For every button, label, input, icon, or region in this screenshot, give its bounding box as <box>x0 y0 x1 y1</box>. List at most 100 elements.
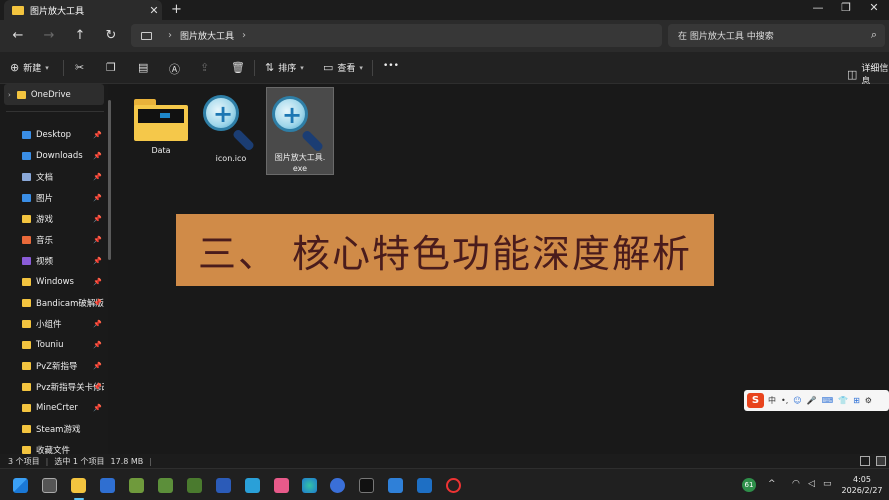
folder-icon <box>22 130 31 139</box>
search-input[interactable]: 在 图片放大工具 中搜索 ⌕ <box>668 24 885 47</box>
settings-icon[interactable]: ⚙ <box>865 396 872 405</box>
search-icon: ⌕ <box>870 28 877 41</box>
pin-icon[interactable]: 📌 <box>93 341 102 349</box>
outlook-icon[interactable] <box>417 478 432 493</box>
sidebar-item[interactable]: PvZ新指导 📌 <box>0 355 104 376</box>
sidebar-scrollbar[interactable] <box>108 100 111 260</box>
more-button[interactable]: ••• <box>383 61 399 71</box>
pin-icon[interactable]: 📌 <box>93 299 102 307</box>
app-icon[interactable] <box>274 478 289 493</box>
microphone-icon[interactable]: 🎤 <box>807 396 817 405</box>
sidebar-item[interactable]: MineCrter 📌 <box>0 397 104 418</box>
game-icon[interactable] <box>129 478 144 493</box>
tab-active[interactable]: 图片放大工具 ✕ <box>4 0 162 20</box>
terminal-icon[interactable] <box>359 478 374 493</box>
pin-icon[interactable]: 📌 <box>93 194 102 202</box>
pin-icon[interactable]: 📌 <box>93 362 102 370</box>
browser-icon[interactable] <box>330 478 345 493</box>
breadcrumb-item[interactable]: 图片放大工具 <box>180 29 234 42</box>
sidebar-item[interactable]: 文档 📌 <box>0 166 104 187</box>
large-icons-view-icon[interactable] <box>876 456 886 466</box>
folder-icon <box>22 319 31 328</box>
toolbox-icon[interactable]: ⊞ <box>853 396 860 405</box>
up-button[interactable]: ↑ <box>71 28 89 43</box>
cut-button[interactable]: ✂ <box>75 61 88 74</box>
rename-button[interactable]: Ⓐ <box>169 61 184 77</box>
photos-icon[interactable] <box>245 478 260 493</box>
details-view-icon[interactable] <box>860 456 870 466</box>
sidebar-item[interactable]: 视频 📌 <box>0 250 104 271</box>
sidebar-item[interactable]: Downloads 📌 <box>0 145 104 166</box>
paste-button[interactable]: ▤ <box>138 61 152 74</box>
ime-toolbar[interactable]: S 中 •, ☺ 🎤 ⌨ 👕 ⊞ ⚙ <box>744 390 889 411</box>
pin-icon[interactable]: 📌 <box>93 257 102 265</box>
minimize-button[interactable]: — <box>803 1 833 14</box>
game-icon[interactable] <box>187 478 202 493</box>
file-explorer-icon[interactable] <box>71 478 86 500</box>
folder-icon <box>22 277 31 286</box>
volume-icon[interactable]: ◁ <box>808 479 815 489</box>
folder-icon <box>22 256 31 265</box>
sidebar-item[interactable]: Steam游戏 <box>0 418 104 439</box>
pin-icon[interactable]: 📌 <box>93 173 102 181</box>
view-button[interactable]: ▭ 查看 ▾ <box>323 61 363 74</box>
file-item-exe[interactable]: + 图片放大工具. exe <box>266 87 334 175</box>
keyboard-icon[interactable]: ⌨ <box>822 396 834 405</box>
magnifier-icon: + <box>270 94 330 153</box>
task-view-icon[interactable] <box>42 478 57 493</box>
sidebar-item[interactable]: Windows 📌 <box>0 271 104 292</box>
sidebar-item[interactable]: 图片 📌 <box>0 187 104 208</box>
pin-icon[interactable]: 📌 <box>93 404 102 412</box>
tray-badge[interactable]: 61 <box>742 478 756 492</box>
ime-logo-icon[interactable]: S <box>747 393 764 408</box>
clock[interactable]: 4:05 2026/2/27 <box>840 474 884 496</box>
maximize-button[interactable]: ❐ <box>831 1 861 14</box>
back-button[interactable]: ← <box>9 28 27 43</box>
emoji-icon[interactable]: ☺ <box>793 396 801 405</box>
folder-icon <box>22 403 31 412</box>
app-bird-icon[interactable] <box>388 478 403 493</box>
file-item-data-folder[interactable]: Data <box>127 87 195 175</box>
refresh-button[interactable]: ↻ <box>102 28 120 43</box>
tab-close-icon[interactable]: ✕ <box>146 4 162 17</box>
address-bar[interactable]: › 图片放大工具 › <box>131 24 662 47</box>
sidebar-item[interactable]: 小组件 📌 <box>0 313 104 334</box>
ime-mode[interactable]: 中 <box>768 395 776 406</box>
sidebar-item-onedrive[interactable]: › OneDrive <box>4 84 104 105</box>
punctuation-icon[interactable]: •, <box>781 396 788 405</box>
forward-button[interactable]: → <box>40 28 58 43</box>
breadcrumb-separator[interactable]: › <box>242 30 246 41</box>
details-pane-icon: ◫ <box>847 67 858 81</box>
pin-icon[interactable]: 📌 <box>93 383 102 391</box>
app-p-icon[interactable] <box>216 478 231 493</box>
pin-icon[interactable]: 📌 <box>93 278 102 286</box>
sidebar-item[interactable]: 音乐 📌 <box>0 229 104 250</box>
share-button[interactable]: ⇪ <box>200 61 213 74</box>
sort-button[interactable]: ⇅ 排序 ▾ <box>265 61 304 74</box>
new-button[interactable]: ⊕ 新建 ▾ <box>10 61 49 74</box>
pin-icon[interactable]: 📌 <box>93 131 102 139</box>
battery-icon[interactable]: ▭ <box>823 479 832 489</box>
wifi-icon[interactable]: ◠ <box>792 479 800 489</box>
game-icon[interactable] <box>158 478 173 493</box>
store-icon[interactable] <box>100 478 115 493</box>
file-item-icon-ico[interactable]: + icon.ico <box>197 87 265 175</box>
pin-icon[interactable]: 📌 <box>93 320 102 328</box>
sidebar-item[interactable]: Touniu 📌 <box>0 334 104 355</box>
chevron-up-icon[interactable]: ^ <box>768 479 776 489</box>
sidebar-item[interactable]: Bandicam破解版 📌 <box>0 292 104 313</box>
pin-icon[interactable]: 📌 <box>93 215 102 223</box>
skin-icon[interactable]: 👕 <box>838 396 848 405</box>
close-window-button[interactable]: ✕ <box>859 1 889 14</box>
copy-button[interactable]: ❐ <box>106 61 120 74</box>
start-icon[interactable] <box>13 478 28 493</box>
delete-button[interactable]: 🗑 <box>231 61 249 74</box>
sidebar-item[interactable]: Pvz新指导关卡修改 📌 <box>0 376 104 397</box>
pin-icon[interactable]: 📌 <box>93 236 102 244</box>
record-icon[interactable] <box>446 478 461 493</box>
new-tab-button[interactable]: + <box>171 2 182 17</box>
pin-icon[interactable]: 📌 <box>93 152 102 160</box>
edge-icon[interactable] <box>302 478 317 493</box>
sidebar-item[interactable]: Desktop 📌 <box>0 124 104 145</box>
sidebar-item[interactable]: 游戏 📌 <box>0 208 104 229</box>
